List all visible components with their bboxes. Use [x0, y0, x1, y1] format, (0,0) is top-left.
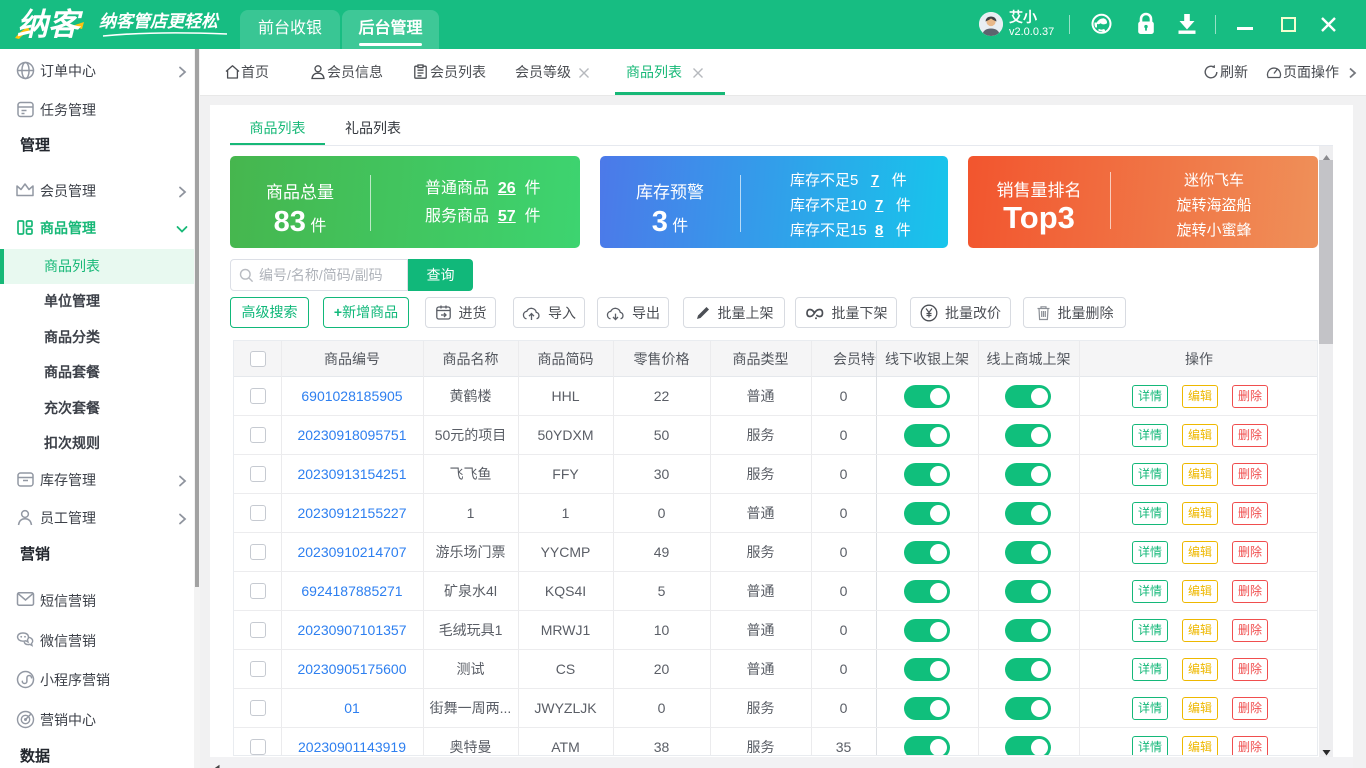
svg-text:纳客: 纳客	[17, 7, 84, 42]
svg-text:纳客管店更轻松: 纳客管店更轻松	[99, 12, 220, 31]
